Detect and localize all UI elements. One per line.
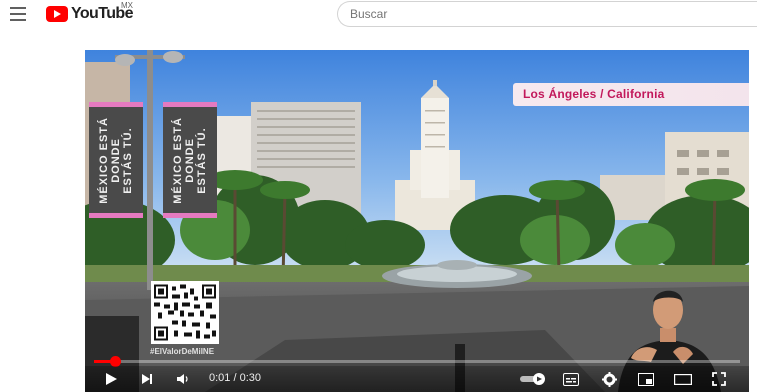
settings-icon[interactable]: [599, 369, 619, 389]
country-code: MX: [121, 1, 133, 10]
time-display: 0:01 / 0:30: [209, 372, 261, 384]
banner-right-text: MÉXICO ESTÁ DONDE ESTÁS TÚ.: [172, 116, 208, 204]
location-label: Los Ángeles / California: [513, 83, 749, 106]
fullscreen-icon[interactable]: [709, 369, 729, 389]
youtube-play-logo-icon: [46, 6, 68, 22]
progress-bar[interactable]: [94, 356, 740, 367]
player-controls: 0:01 / 0:30: [85, 366, 749, 392]
masthead: YouTube MX Buscar: [0, 0, 757, 30]
theater-mode-icon[interactable]: [673, 369, 693, 389]
next-icon[interactable]: [137, 369, 157, 389]
menu-icon[interactable]: [10, 7, 26, 21]
subtitles-icon[interactable]: [561, 369, 581, 389]
play-icon[interactable]: [101, 369, 121, 389]
miniplayer-icon[interactable]: [636, 369, 656, 389]
autoplay-toggle-icon[interactable]: [519, 369, 547, 389]
qr-code-icon: [151, 281, 219, 344]
banner-right: MÉXICO ESTÁ DONDE ESTÁS TÚ.: [163, 102, 217, 218]
video-player[interactable]: Los Ángeles / California MÉXICO ESTÁ DON…: [85, 50, 749, 392]
volume-icon[interactable]: [173, 369, 193, 389]
banner-left: MÉXICO ESTÁ DONDE ESTÁS TÚ.: [89, 102, 143, 218]
youtube-logo[interactable]: YouTube: [46, 4, 133, 24]
search-input[interactable]: Buscar: [337, 1, 757, 27]
banner-left-text: MÉXICO ESTÁ DONDE ESTÁS TÚ.: [98, 116, 134, 204]
hashtag-text: #ElValorDeMiINE: [150, 347, 215, 356]
